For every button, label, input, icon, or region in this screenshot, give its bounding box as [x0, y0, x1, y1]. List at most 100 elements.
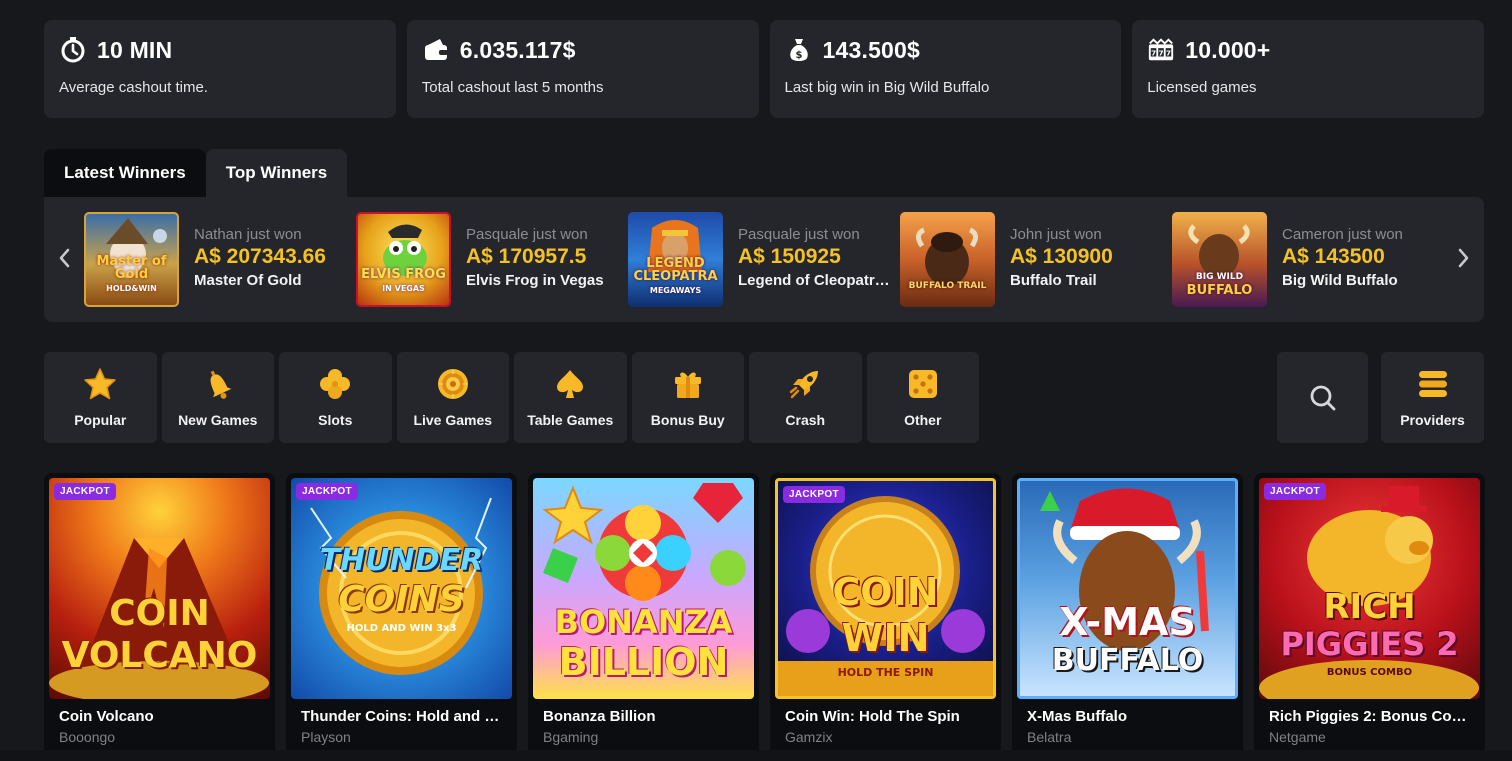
stat-value: 143.500$: [822, 36, 921, 63]
jackpot-badge: JACKPOT: [1264, 483, 1326, 500]
game-art-title: COIN: [109, 593, 210, 634]
winner-name: Cameron just won: [1282, 226, 1403, 243]
thumbnail-subtitle: HOLD&WIN: [106, 284, 157, 293]
category-slots[interactable]: Slots: [279, 352, 392, 443]
winner-amount: A$ 143500: [1282, 245, 1385, 268]
winner-game: Buffalo Trail: [1010, 272, 1097, 289]
svg-text:7: 7: [1151, 49, 1156, 58]
game-art-tagline: HOLD AND WIN 3x3: [346, 623, 457, 634]
game-provider: Booongo: [59, 729, 116, 745]
category-bonus-buy[interactable]: Bonus Buy: [631, 352, 744, 443]
winner-amount: A$ 170957.5: [466, 245, 587, 268]
category-crash[interactable]: Crash: [749, 352, 862, 443]
page-footer-edge: [0, 750, 1512, 761]
stack-icon: [1415, 366, 1451, 402]
thumbnail-subtitle: BUFFALO: [1186, 283, 1253, 298]
carousel-next-button[interactable]: [1452, 243, 1476, 273]
game-art-title: RICH: [1323, 587, 1416, 627]
winner-game: Legend of Cleopatra Megaways: [738, 272, 898, 289]
thumbnail-subtitle: MEGAWAYS: [649, 286, 702, 295]
category-new-games[interactable]: New Games: [161, 352, 274, 443]
spade-icon: [552, 366, 588, 402]
jackpot-badge: JACKPOT: [783, 486, 845, 503]
game-art-subtitle: BILLION: [558, 640, 729, 684]
wallet-icon: [422, 36, 450, 64]
providers-button[interactable]: Providers: [1381, 352, 1484, 443]
stat-description: Licensed games: [1147, 79, 1257, 96]
winner-item[interactable]: Master of Gold HOLD&WIN Nathan just won …: [84, 212, 344, 307]
winner-item[interactable]: LEGEND CLEOPATRA MEGAWAYS Pasquale just …: [628, 212, 898, 307]
gift-icon: [670, 366, 706, 402]
winner-item[interactable]: BUFFALO TRAIL John just won A$ 130900 Bu…: [900, 212, 1160, 307]
winner-name: Pasquale just won: [466, 226, 588, 243]
clover-icon: [317, 366, 353, 402]
category-label: New Games: [178, 412, 258, 428]
rocket-icon: [787, 366, 823, 402]
winner-game: Master Of Gold: [194, 272, 302, 289]
winner-name: Nathan just won: [194, 226, 302, 243]
category-label: Table Games: [527, 412, 614, 428]
category-label: Other: [904, 412, 942, 428]
stat-value: 6.035.117$: [459, 36, 576, 63]
bell-icon: [200, 366, 236, 402]
winner-item[interactable]: BIG WILD BUFFALO Cameron just won A$ 143…: [1172, 212, 1432, 307]
providers-label: Providers: [1400, 412, 1465, 428]
carousel-prev-button[interactable]: [52, 243, 76, 273]
category-other[interactable]: Other: [866, 352, 979, 443]
game-artwork: JACKPOT RICH PIGGIES 2 BONUS COMBO: [1259, 478, 1480, 699]
category-label: Popular: [74, 412, 127, 428]
game-provider: Belatra: [1027, 729, 1072, 745]
stat-card-last-big-win: $ 143.500$ Last big win in Big Wild Buff…: [769, 20, 1122, 118]
roulette-icon: [435, 366, 471, 402]
game-art-subtitle: BUFFALO: [1051, 643, 1204, 678]
game-card[interactable]: JACKPOT THUNDER COINS HOLD AND WIN 3x3 T…: [286, 473, 517, 761]
game-artwork: JACKPOT THUNDER COINS HOLD AND WIN 3x3: [291, 478, 512, 699]
stat-card-licensed-games: 777 10.000+ Licensed games: [1132, 20, 1484, 118]
tab-latest-winners[interactable]: Latest Winners: [44, 149, 206, 197]
game-title: Bonanza Billion: [543, 708, 656, 725]
game-provider: Netgame: [1269, 729, 1326, 745]
thumbnail-title: LEGEND CLEOPATRA: [633, 256, 718, 284]
tab-top-winners[interactable]: Top Winners: [205, 149, 348, 197]
game-provider: Playson: [301, 729, 351, 745]
game-card[interactable]: JACKPOT RICH PIGGIES 2 BONUS COMBO Rich …: [1254, 473, 1485, 761]
svg-text:7: 7: [1159, 49, 1164, 58]
game-thumbnail: BUFFALO TRAIL: [900, 212, 995, 307]
thumbnail-title: BIG WILD: [1195, 272, 1244, 282]
winner-amount: A$ 207343.66: [194, 245, 326, 268]
game-art-subtitle: WIN: [841, 616, 930, 660]
game-artwork: JACKPOT COIN WIN HOLD THE SPIN: [775, 478, 996, 699]
winner-name: Pasquale just won: [738, 226, 860, 243]
game-card[interactable]: X-MAS BUFFALO X-Mas Buffalo Belatra: [1012, 473, 1243, 761]
game-thumbnail: LEGEND CLEOPATRA MEGAWAYS: [628, 212, 723, 307]
chevron-left-icon: [59, 248, 70, 268]
stat-value: 10.000+: [1185, 36, 1271, 63]
game-provider: Gamzix: [785, 729, 833, 745]
game-artwork: X-MAS BUFFALO: [1017, 478, 1238, 699]
game-card[interactable]: BONANZA BILLION Bonanza Billion Bgaming: [528, 473, 759, 761]
thumbnail-title: Master of Gold: [96, 254, 167, 282]
game-art-tagline: HOLD THE SPIN: [837, 666, 934, 679]
game-art-title: COIN: [832, 570, 939, 614]
game-card[interactable]: JACKPOT COIN WIN HOLD THE SPIN Coin Win:…: [770, 473, 1001, 761]
category-live-games[interactable]: Live Games: [396, 352, 509, 443]
category-label: Slots: [318, 412, 353, 428]
game-title: Coin Win: Hold The Spin: [785, 708, 960, 725]
stats-row: 10 MIN Average cashout time. 6.035.117$ …: [44, 20, 1484, 118]
category-popular[interactable]: Popular: [44, 352, 157, 443]
game-title: Thunder Coins: Hold and Win: [301, 708, 501, 725]
game-art-subtitle: PIGGIES 2: [1280, 625, 1459, 663]
thumbnail-title: ELVIS FROG: [361, 267, 446, 282]
winners-tabs: Latest Winners Top Winners: [44, 149, 348, 197]
svg-text:7: 7: [1166, 49, 1171, 58]
stat-card-cashout-time: 10 MIN Average cashout time.: [44, 20, 396, 118]
game-art-subtitle: COINS: [338, 579, 465, 620]
slot-machine-icon: 777: [1147, 36, 1175, 64]
winner-item[interactable]: ELVIS FROG IN VEGAS Pasquale just won A$…: [356, 212, 616, 307]
game-card[interactable]: JACKPOT COIN VOLCANO Coin Volcano Booong…: [44, 473, 275, 761]
jackpot-badge: JACKPOT: [54, 483, 116, 500]
category-table-games[interactable]: Table Games: [514, 352, 627, 443]
winner-game: Big Wild Buffalo: [1282, 272, 1398, 289]
search-button[interactable]: [1277, 352, 1368, 443]
game-title: Coin Volcano: [59, 708, 154, 725]
